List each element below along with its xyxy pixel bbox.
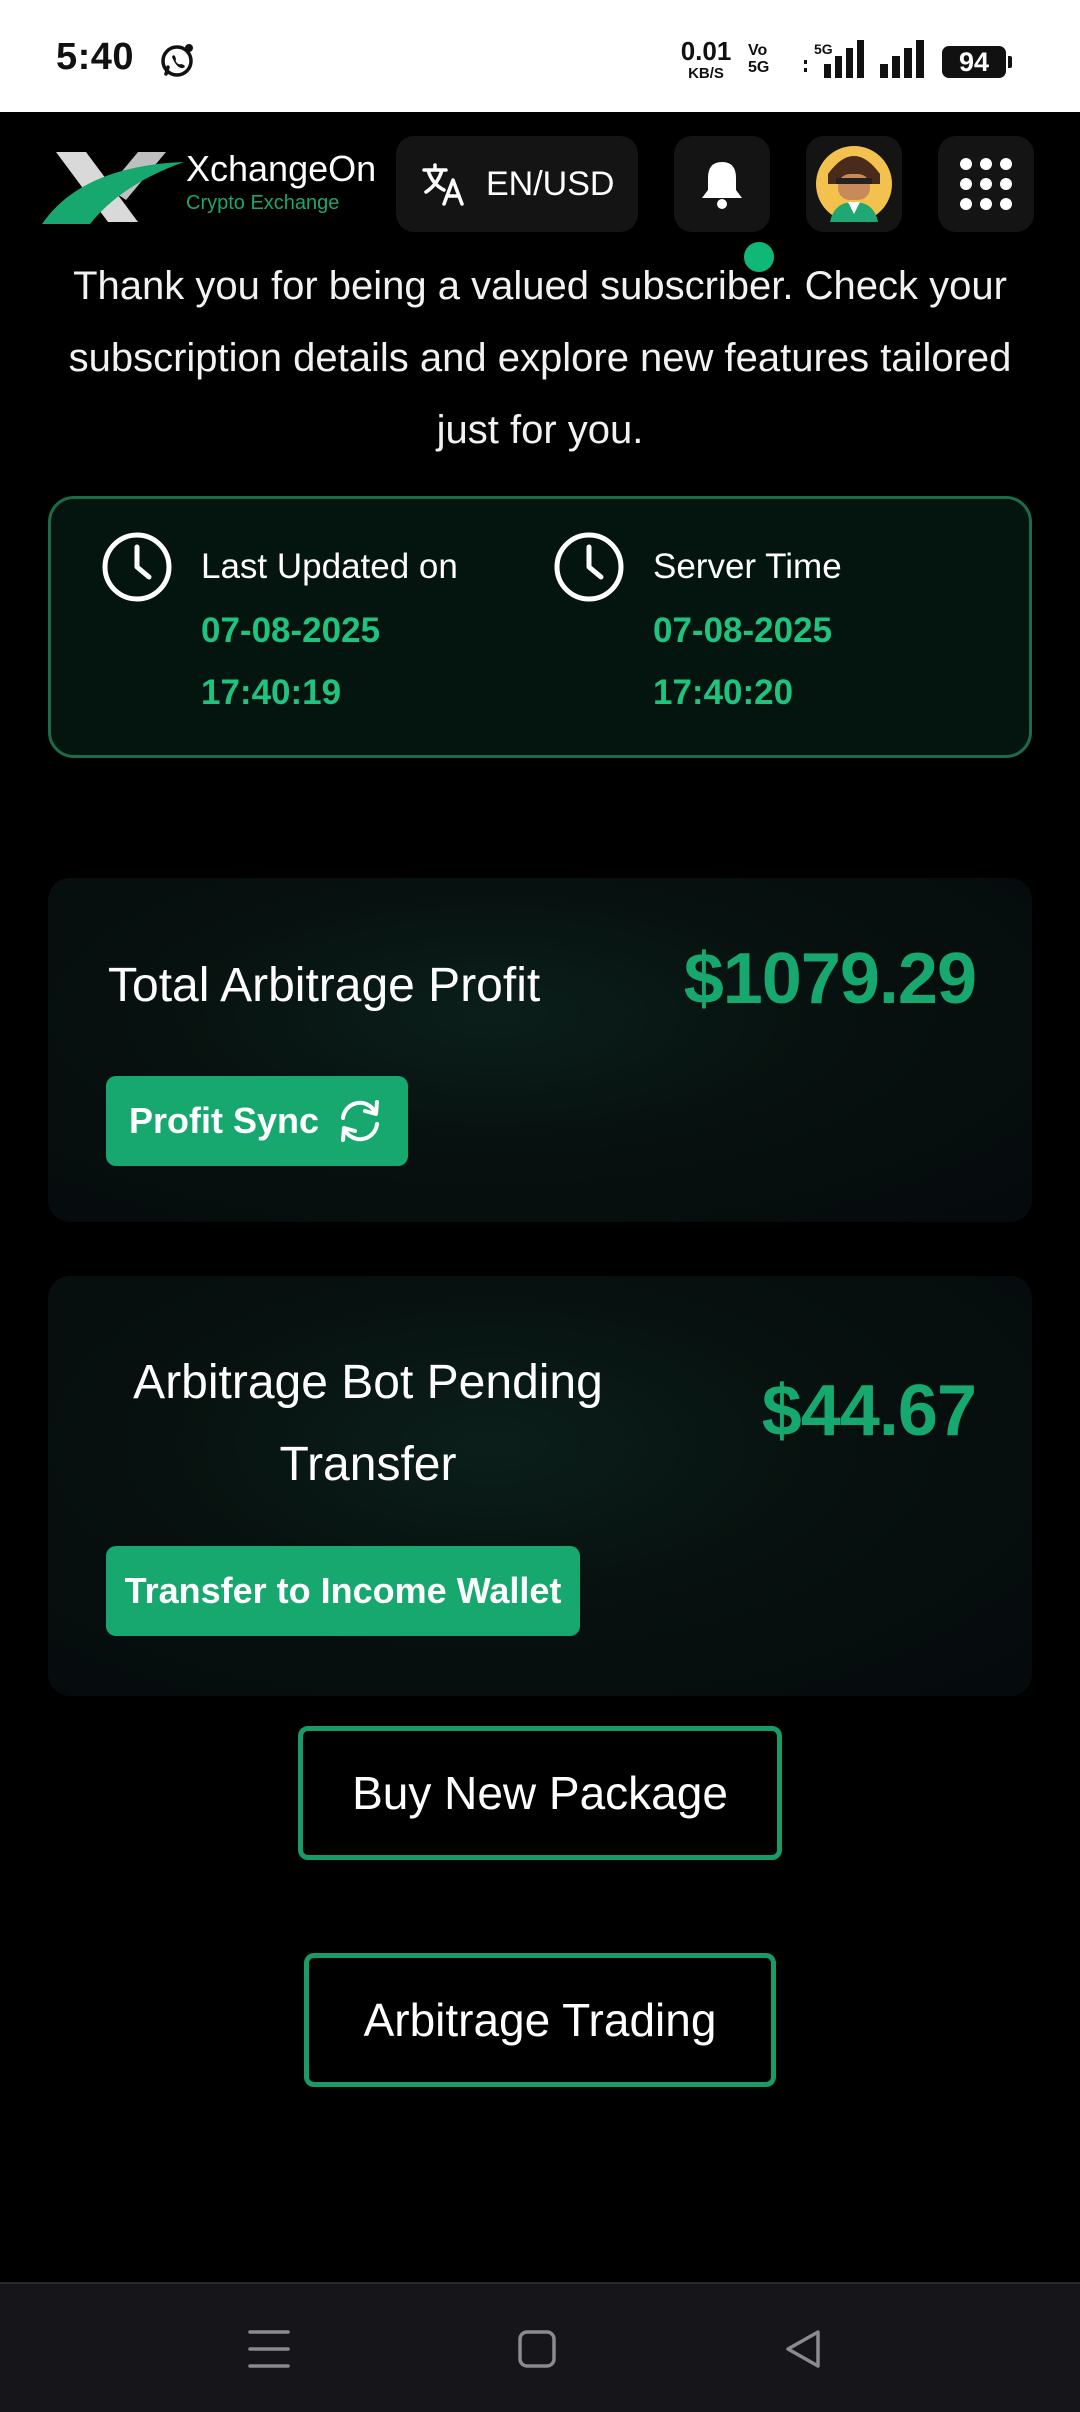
- profit-sync-label: Profit Sync: [128, 1100, 320, 1141]
- system-navigation-bar: [0, 2282, 1080, 2412]
- profit-sync-button[interactable]: Profit Sync: [106, 1076, 408, 1166]
- bell-icon: [702, 162, 742, 209]
- profile-button[interactable]: [806, 136, 902, 232]
- sync-icon: [341, 1100, 380, 1142]
- battery-indicator: 94: [942, 46, 1012, 78]
- subscriber-intro-text: Thank you for being a valued subscriber.…: [68, 264, 1012, 452]
- arbitrage-trading-label: Arbitrage Trading: [363, 1994, 717, 2046]
- total-profit-title: Total Arbitrage Profit: [108, 959, 541, 1012]
- brand-subtitle: Crypto Exchange: [186, 192, 340, 214]
- language-currency-button[interactable]: EN/USD: [396, 136, 638, 232]
- network-speed: 0.01 KB/S: [680, 36, 732, 82]
- apps-menu-button[interactable]: [938, 136, 1034, 232]
- time-info-card: Last Updated on 07-08-2025 17:40:19 Serv…: [48, 496, 1032, 758]
- app-header: XchangeOn Crypto Exchange EN/USD: [0, 112, 1080, 272]
- transfer-to-income-wallet-button[interactable]: Transfer to Income Wallet: [106, 1546, 580, 1636]
- notifications-button[interactable]: [674, 136, 770, 232]
- arbitrage-trading-button[interactable]: Arbitrage Trading: [304, 1953, 776, 2087]
- clock-icon: [102, 532, 172, 602]
- buy-new-package-button[interactable]: Buy New Package: [298, 1726, 782, 1860]
- menu-icon[interactable]: [246, 2326, 292, 2372]
- clock-icon: [554, 532, 624, 602]
- total-profit-card: Total Arbitrage Profit $1079.29 Profit S…: [48, 878, 1032, 1222]
- whatsapp-icon: [161, 44, 193, 77]
- translate-icon: [422, 163, 464, 206]
- server-time-label: Server Time: [653, 547, 842, 586]
- last-updated-label: Last Updated on: [201, 547, 458, 586]
- back-icon[interactable]: [780, 2326, 826, 2372]
- status-time: 5:40: [56, 36, 135, 78]
- pending-transfer-title: Arbitrage Bot Pending Transfer: [133, 1356, 603, 1491]
- volte-indicator: Vo 5G: [748, 42, 770, 76]
- pending-transfer-card: Arbitrage Bot Pending Transfer $44.67 Tr…: [48, 1276, 1032, 1696]
- brand-name: XchangeOn: [186, 148, 377, 189]
- last-updated-time: 17:40:19: [201, 673, 342, 712]
- buy-new-package-label: Buy New Package: [352, 1767, 728, 1819]
- server-time-date: 07-08-2025: [653, 611, 833, 650]
- total-profit-amount: $1079.29: [683, 939, 977, 1019]
- grid-menu-icon: [960, 158, 1012, 210]
- language-label: EN/USD: [486, 164, 615, 203]
- last-updated-date: 07-08-2025: [201, 611, 381, 650]
- signal-5g-icon: 5G: [804, 40, 864, 78]
- avatar: [816, 146, 892, 222]
- server-time-time: 17:40:20: [653, 673, 794, 712]
- svg-text:5G: 5G: [814, 41, 833, 57]
- status-bar: 5:40 0.01 KB/S Vo 5G 5G 94: [0, 0, 1080, 112]
- transfer-button-label: Transfer to Income Wallet: [124, 1570, 562, 1611]
- signal-icon: [880, 40, 924, 78]
- home-icon[interactable]: [514, 2326, 560, 2372]
- pending-transfer-amount: $44.67: [761, 1371, 977, 1451]
- xchangeon-logo-icon[interactable]: [42, 148, 184, 228]
